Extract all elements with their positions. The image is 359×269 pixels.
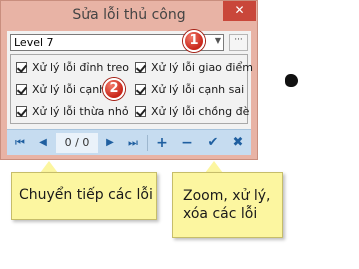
callout-zoom-fix-delete: Zoom, xử lý, xóa các lỗi bbox=[172, 172, 283, 238]
checkbox-intersection[interactable]: Xử lý lỗi giao điểm bbox=[135, 59, 253, 75]
dialog-title: Sửa lỗi thủ công bbox=[72, 7, 186, 23]
toolbar-divider bbox=[147, 135, 148, 151]
previous-icon[interactable]: ◀ bbox=[35, 134, 51, 152]
last-page-icon[interactable]: ⏭ bbox=[124, 134, 142, 152]
checkbox-dangling-vertex[interactable]: Xử lý lỗi đỉnh treo bbox=[16, 59, 129, 75]
badge-1: 1 bbox=[183, 30, 205, 52]
checkbox-box[interactable] bbox=[135, 105, 146, 117]
checkbox-box[interactable] bbox=[16, 61, 27, 73]
decorative-blob bbox=[285, 74, 298, 87]
checkbox-label: Xử lý lỗi giao điểm bbox=[151, 60, 253, 74]
zoom-in-icon[interactable]: + bbox=[151, 133, 173, 153]
checkbox-label: Xử lý lỗi cạnh sai bbox=[151, 82, 245, 96]
checkbox-small-excess[interactable]: Xử lý lỗi thừa nhỏ bbox=[16, 103, 129, 119]
title-bar[interactable]: Sửa lỗi thủ công ✕ bbox=[1, 1, 257, 31]
chevron-down-icon[interactable]: ▼ bbox=[215, 36, 221, 45]
dialog-body: Level 7 ▼ ··· Xử lý lỗi đỉnh treo Xử lý … bbox=[7, 31, 253, 155]
checkbox-label: Xử lý lỗi cạnh bbox=[32, 82, 107, 96]
checkbox-box[interactable] bbox=[16, 105, 27, 117]
checkbox-label: Xử lý lỗi chồng đè bbox=[151, 104, 250, 118]
checkbox-edge[interactable]: Xử lý lỗi cạnh bbox=[16, 81, 106, 97]
checkbox-box[interactable] bbox=[135, 83, 146, 95]
more-options-button[interactable]: ··· bbox=[229, 34, 248, 51]
checkbox-box[interactable] bbox=[16, 83, 27, 95]
badge-2: 2 bbox=[103, 78, 125, 100]
manual-fix-dialog: Sửa lỗi thủ công ✕ Level 7 ▼ ··· Xử lý l… bbox=[0, 0, 258, 160]
zoom-out-icon[interactable]: − bbox=[176, 133, 198, 153]
delete-error-icon[interactable]: ✖ bbox=[227, 133, 249, 153]
level-value: Level 7 bbox=[14, 36, 54, 49]
navigation-toolbar: ⏮ ◀ 0 / 0 ▶ ⏭ + − ✔ ✖ bbox=[7, 129, 251, 155]
checkbox-box[interactable] bbox=[135, 61, 146, 73]
page-indicator: 0 / 0 bbox=[56, 133, 98, 153]
apply-fix-icon[interactable]: ✔ bbox=[202, 133, 224, 153]
checkbox-label: Xử lý lỗi thừa nhỏ bbox=[32, 104, 129, 118]
first-page-icon[interactable]: ⏮ bbox=[11, 134, 29, 152]
callout-navigate-errors: Chuyển tiếp các lỗi bbox=[11, 172, 157, 220]
next-icon[interactable]: ▶ bbox=[102, 134, 118, 152]
checkbox-label: Xử lý lỗi đỉnh treo bbox=[32, 60, 129, 74]
error-type-group: Xử lý lỗi đỉnh treo Xử lý lỗi giao điểm … bbox=[10, 54, 253, 124]
close-button[interactable]: ✕ bbox=[223, 1, 256, 21]
checkbox-overlap[interactable]: Xử lý lỗi chồng đè bbox=[135, 103, 249, 119]
checkbox-wrong-edge[interactable]: Xử lý lỗi cạnh sai bbox=[135, 81, 244, 97]
